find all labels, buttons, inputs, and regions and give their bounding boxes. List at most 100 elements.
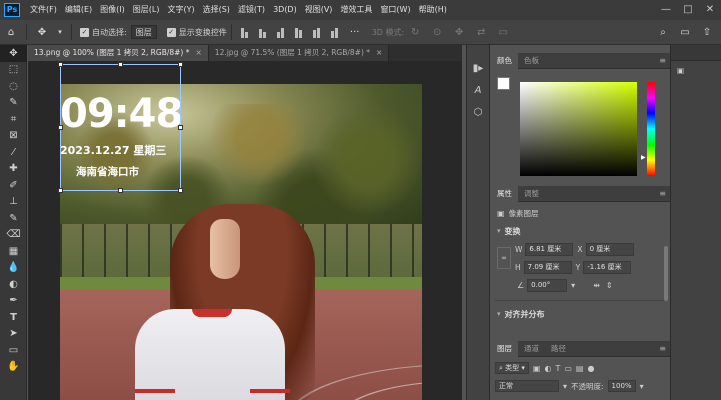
blur-tool-icon[interactable]: 💧	[0, 260, 27, 277]
angle-field[interactable]: 0.00°	[527, 278, 568, 292]
transform-section-header[interactable]: ▾ 变换	[491, 222, 670, 240]
align-section-header[interactable]: ▾ 对齐并分布	[491, 305, 670, 323]
chevron-down-icon[interactable]: ▾	[497, 310, 501, 318]
workspace-icon[interactable]: ▭	[677, 24, 693, 40]
chevron-down-icon[interactable]: ▾	[563, 382, 567, 391]
menu-view[interactable]: 视图(V)	[301, 0, 337, 20]
maximize-button[interactable]: □	[677, 0, 699, 20]
transform-handle-top[interactable]	[118, 62, 123, 67]
align-bottom-icon[interactable]	[275, 26, 287, 38]
hue-marker-icon[interactable]: ▶	[641, 154, 646, 161]
panel-menu-icon[interactable]: ≡	[659, 344, 666, 353]
chevron-down-icon[interactable]: ▾	[571, 281, 575, 290]
move-tool-icon[interactable]: ✥	[0, 45, 27, 62]
orbit-3d-icon[interactable]: ↻	[407, 24, 423, 40]
tab-channels[interactable]: 通道	[518, 341, 545, 357]
close-icon[interactable]: ×	[376, 48, 382, 57]
chevron-down-icon[interactable]: ▾	[640, 382, 644, 391]
width-field[interactable]: 6.81 厘米	[525, 242, 574, 256]
menu-type[interactable]: 文字(Y)	[163, 0, 198, 20]
hand-tool-icon[interactable]: ✋	[0, 359, 27, 376]
tab-properties[interactable]: 属性	[491, 185, 518, 202]
filter-pixel-icon[interactable]: ▣	[533, 364, 541, 373]
stamp-tool-icon[interactable]: ⊥	[0, 194, 27, 211]
libraries-panel-button[interactable]: ▣	[671, 61, 721, 79]
crop-tool-icon[interactable]: ⌗	[0, 111, 27, 128]
filter-shape-icon[interactable]: ▭	[564, 364, 572, 373]
auto-select-checkbox[interactable]: ✓	[80, 27, 89, 37]
close-window-button[interactable]: ✕	[699, 0, 721, 20]
menu-image[interactable]: 图像(I)	[96, 0, 129, 20]
auto-select-dropdown[interactable]: 图层	[130, 25, 157, 39]
transform-handle-bottom-right[interactable]	[178, 188, 183, 193]
close-icon[interactable]: ×	[196, 48, 202, 57]
menu-file[interactable]: 文件(F)	[26, 0, 61, 20]
character-panel-icon[interactable]: A	[467, 79, 489, 101]
tab-12-jpg[interactable]: 12.jpg @ 71.5% (图层 1 拷贝 2, RGB/8#) * ×	[208, 45, 390, 61]
chevron-down-icon[interactable]: ▾	[56, 24, 64, 40]
brush-tool-icon[interactable]: ✐	[0, 177, 27, 194]
frame-tool-icon[interactable]: ⊠	[0, 128, 27, 145]
panel-menu-icon[interactable]: ≡	[659, 189, 666, 198]
quick-select-tool-icon[interactable]: ✎	[0, 95, 27, 112]
roll-3d-icon[interactable]: ⊙	[429, 24, 445, 40]
history-panel-icon[interactable]: ▮▸	[467, 57, 489, 79]
flip-horizontal-icon[interactable]: ⇹	[593, 281, 600, 290]
tab-color[interactable]: 颜色	[491, 52, 518, 69]
pen-tool-icon[interactable]: ✒	[0, 293, 27, 310]
link-proportions-icon[interactable]: ∞	[497, 247, 511, 269]
gradient-tool-icon[interactable]: ▦	[0, 243, 27, 260]
menu-3d[interactable]: 3D(D)	[269, 0, 301, 20]
filter-smart-icon[interactable]: ▤	[576, 364, 584, 373]
type-tool-icon[interactable]: T	[0, 309, 27, 326]
color-picker-field[interactable]	[520, 82, 637, 176]
transform-handle-top-left[interactable]	[58, 62, 63, 67]
menu-select[interactable]: 选择(S)	[199, 0, 234, 20]
align-left-icon[interactable]	[293, 26, 305, 38]
layer-filter-dropdown[interactable]: ⌕ 类型 ▾	[495, 362, 529, 374]
history-brush-tool-icon[interactable]: ✎	[0, 210, 27, 227]
filter-adjustment-icon[interactable]: ◐	[544, 364, 551, 373]
tab-layers[interactable]: 图层	[491, 340, 518, 357]
minimize-button[interactable]: —	[655, 0, 677, 20]
x-field[interactable]: 0 厘米	[585, 242, 634, 256]
shape-tool-icon[interactable]: ▭	[0, 342, 27, 359]
transform-handle-right[interactable]	[178, 125, 183, 130]
eraser-tool-icon[interactable]: ⌫	[0, 227, 27, 244]
search-icon[interactable]: ⌕	[655, 24, 671, 40]
marquee-tool-icon[interactable]: ⬚	[0, 62, 27, 79]
opacity-field[interactable]: 100%	[607, 380, 636, 392]
align-right-icon[interactable]	[329, 26, 341, 38]
drag-3d-icon[interactable]: ✥	[451, 24, 467, 40]
chevron-down-icon[interactable]: ▾	[497, 227, 501, 235]
menu-filter[interactable]: 滤镜(T)	[234, 0, 269, 20]
transform-handle-bottom[interactable]	[118, 188, 123, 193]
align-hcenter-icon[interactable]	[311, 26, 323, 38]
panel-menu-icon[interactable]: ≡	[659, 56, 666, 65]
menu-layer[interactable]: 图层(L)	[129, 0, 164, 20]
show-transform-checkbox[interactable]: ✓	[166, 27, 176, 37]
transform-bounding-box[interactable]	[58, 62, 183, 193]
properties-scrollbar[interactable]	[664, 246, 668, 301]
hue-slider[interactable]	[647, 82, 655, 176]
transform-handle-left[interactable]	[58, 125, 63, 130]
tab-adjustments[interactable]: 调整	[518, 186, 545, 202]
eyedropper-tool-icon[interactable]: ⁄	[0, 144, 27, 161]
more-options-icon[interactable]: ···	[347, 24, 363, 40]
y-field[interactable]: -1.16 厘米	[583, 260, 632, 274]
move-tool-preset-icon[interactable]: ✥	[34, 24, 50, 40]
tab-swatches[interactable]: 色板	[518, 53, 545, 69]
menu-edit[interactable]: 编辑(E)	[61, 0, 96, 20]
tab-13-png[interactable]: 13.png @ 100% (图层 1 拷贝 2, RGB/8#) * ×	[28, 45, 209, 61]
flip-vertical-icon[interactable]: ⇕	[606, 281, 613, 290]
height-field[interactable]: 7.09 厘米	[523, 260, 572, 274]
3d-panel-icon[interactable]: ⬡	[467, 101, 489, 123]
filter-toggle-icon[interactable]: ●	[587, 364, 594, 373]
foreground-color-swatch[interactable]	[497, 77, 510, 90]
menu-window[interactable]: 窗口(W)	[376, 0, 414, 20]
blend-mode-dropdown[interactable]: 正常	[495, 380, 559, 392]
path-select-tool-icon[interactable]: ➤	[0, 326, 27, 343]
tab-paths[interactable]: 路径	[545, 341, 572, 357]
lasso-tool-icon[interactable]: ◌	[0, 78, 27, 95]
filter-type-icon[interactable]: T	[555, 364, 560, 373]
